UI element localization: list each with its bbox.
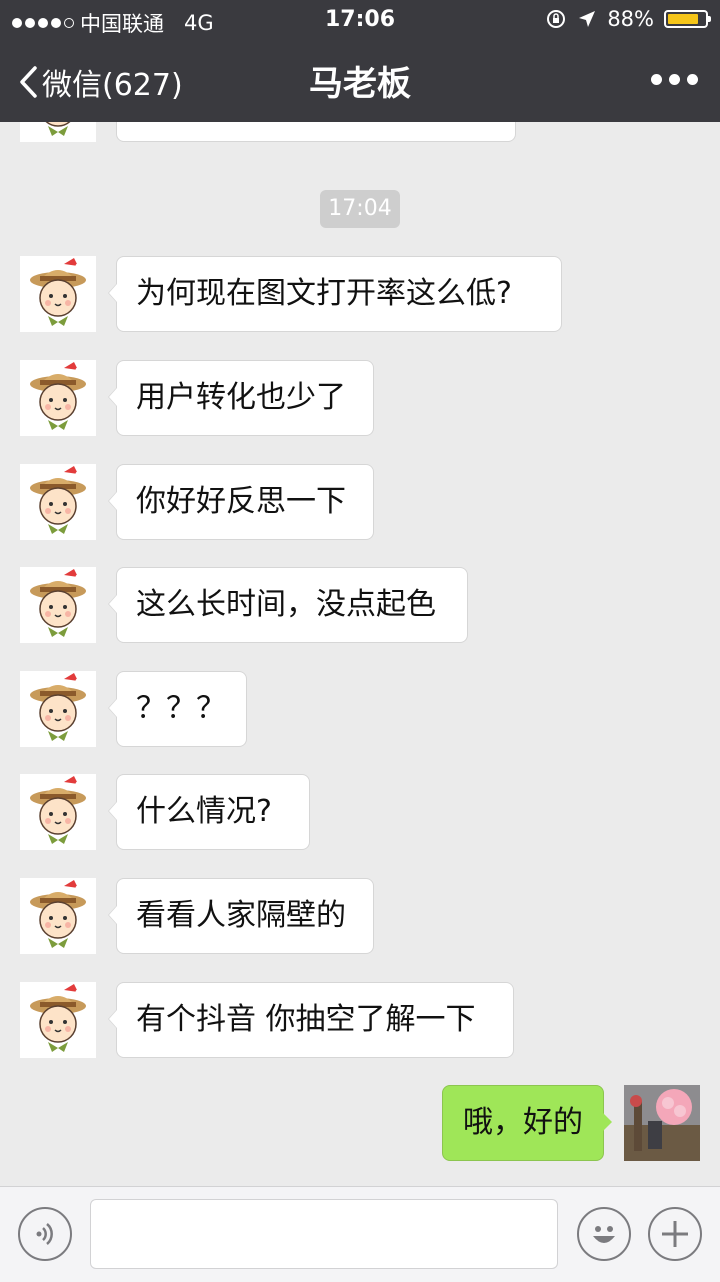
avatar[interactable] [20,256,96,332]
message-bubble[interactable]: 这么长时间，没点起色 [108,567,468,643]
chat-area[interactable]: 17:04 为何现在图文打开率这么低? 用户转化也少了 你好好反思一下 这么长时… [0,122,720,1186]
avatar[interactable] [20,982,96,1058]
message-bubble[interactable]: 你好好反思一下 [108,464,374,540]
avatar[interactable] [20,464,96,540]
avatar[interactable] [20,671,96,747]
voice-button[interactable] [18,1207,72,1261]
plus-button[interactable] [648,1207,702,1261]
nav-bar: 微信(627) 马老板 [0,40,720,122]
message-bubble[interactable]: 什么情况? [108,774,310,850]
my-avatar[interactable] [624,1085,700,1161]
emoji-button[interactable] [577,1207,631,1261]
avatar[interactable] [20,122,96,142]
input-bar [0,1186,720,1282]
avatar[interactable] [20,360,96,436]
more-icon[interactable] [651,74,698,85]
avatar[interactable] [20,774,96,850]
battery-icon [664,10,711,28]
voice-icon [36,1223,53,1245]
orientation-lock-icon [547,10,566,28]
timestamp: 17:04 [320,190,400,228]
message-input[interactable] [90,1199,558,1269]
message-bubble[interactable]: 用户转化也少了 [108,360,374,436]
avatar[interactable] [20,878,96,954]
chat-title: 马老板 [309,64,411,104]
message-bubble[interactable]: 有个抖音 你抽空了解一下 [108,982,514,1058]
status-bar: 中国联通 4G 17:06 88% [0,0,720,40]
message-bubble-partial[interactable] [116,122,516,142]
status-right: 88% [545,7,711,31]
message-bubble[interactable]: ？？？ [108,671,247,747]
message-bubble-mine[interactable]: 哦，好的 [442,1085,612,1161]
top-bar: 中国联通 4G 17:06 88% 微信(627) 马老板 [0,0,720,122]
battery-percent: 88% [607,7,654,31]
plus-icon [662,1221,688,1247]
location-arrow-icon [579,11,596,27]
emoji-icon [593,1226,615,1243]
message-bubble[interactable]: 为何现在图文打开率这么低? [108,256,562,332]
avatar[interactable] [20,567,96,643]
message-bubble[interactable]: 看看人家隔壁的 [108,878,374,954]
